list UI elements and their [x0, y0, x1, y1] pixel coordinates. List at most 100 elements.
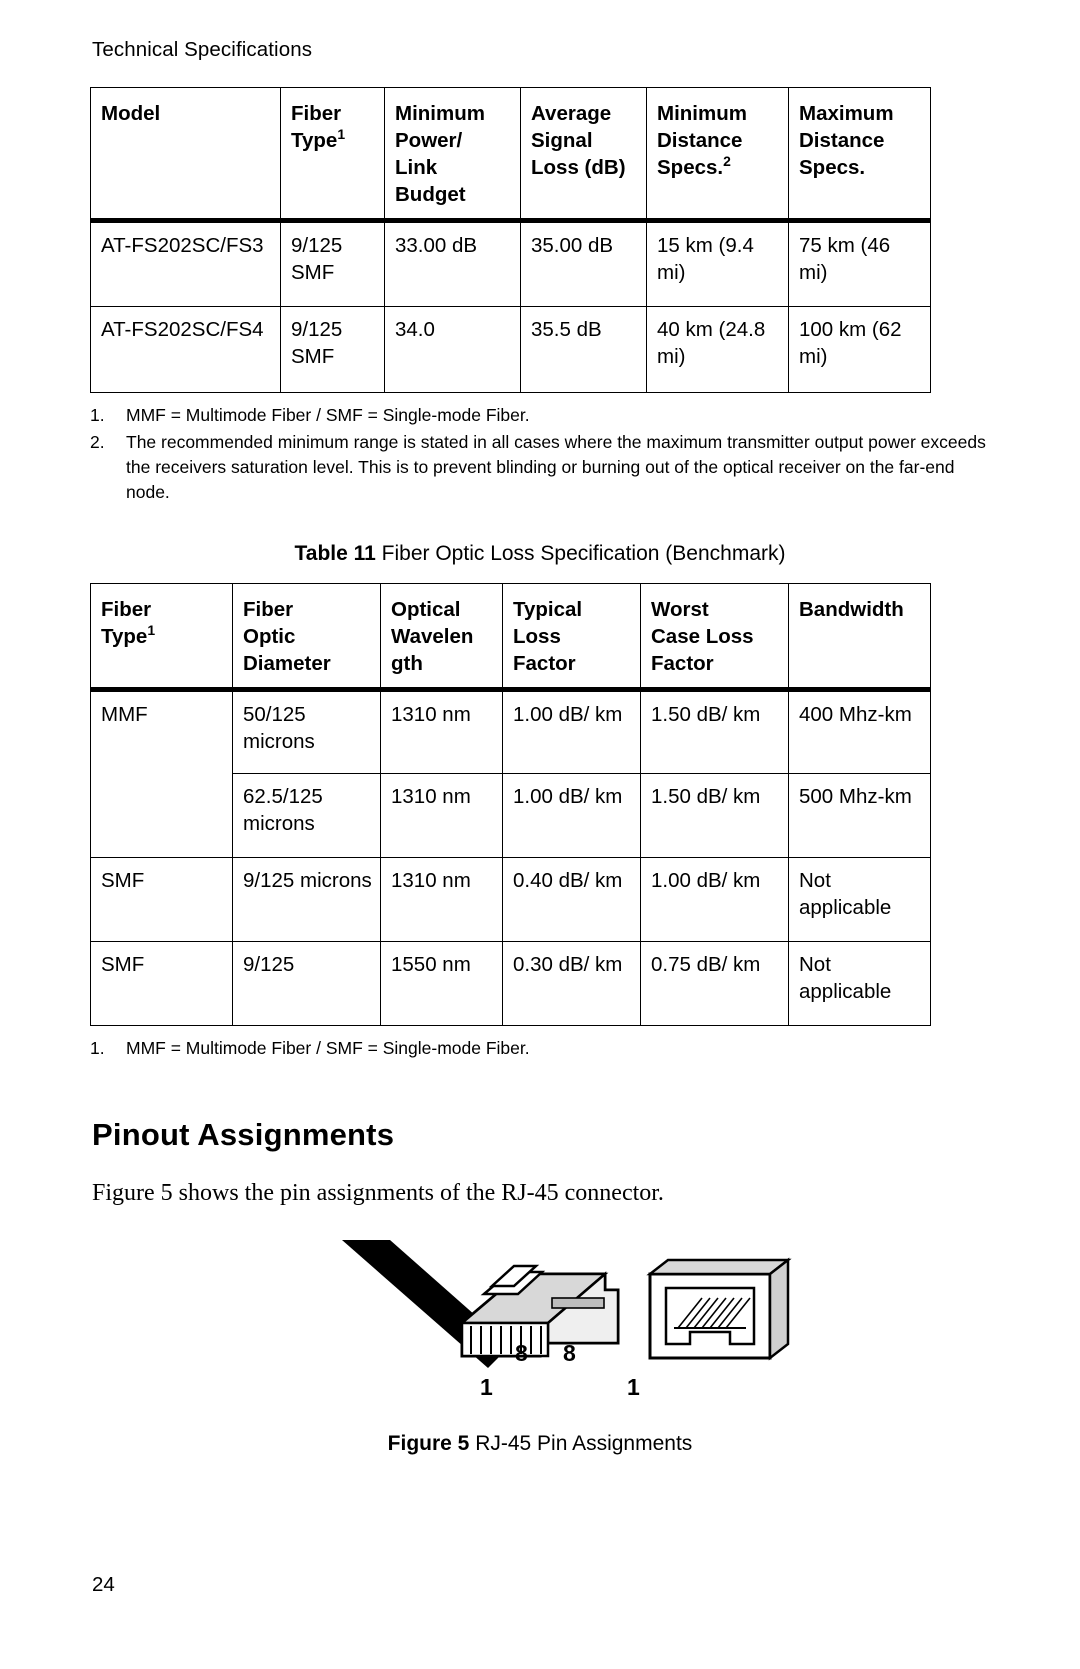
column-header-maximum-distance-specs: Maximum Distance Specs. — [788, 86, 931, 223]
jack-pin-label-8: 8 — [563, 1339, 576, 1366]
table-header-row: Fiber Type1 Fiber Optic Diameter Optical… — [90, 582, 931, 692]
cell-fiber-type: 9/125 SMF — [280, 219, 385, 307]
cell-diameter: 62.5/125 microns — [232, 772, 381, 858]
header-line: Fiber — [291, 101, 342, 125]
column-header-model: Model — [90, 86, 281, 223]
jack-pin-label-1: 1 — [627, 1373, 640, 1400]
table-row: 62.5/125 microns 1310 nm 1.00 dB/ km 1.5… — [90, 772, 931, 858]
column-header-minimum-power-link-budget: Minimum Power/ Link Budget — [384, 86, 521, 223]
cell-wavelength: 1310 nm — [380, 688, 503, 774]
cell-fiber-type: SMF — [90, 940, 233, 1026]
header-line: Bandwidth — [799, 597, 904, 621]
column-header-worst-case-loss-factor: Worst Case Loss Factor — [640, 582, 789, 692]
cell-bandwidth: Not applicable — [788, 856, 931, 942]
rj45-plug-icon — [458, 1264, 620, 1358]
cell-wavelength: 1310 nm — [380, 772, 503, 858]
header-line: Diameter — [243, 651, 331, 675]
pinout-intro-text: Figure 5 shows the pin assignments of th… — [92, 1180, 664, 1207]
header-line: Worst — [651, 597, 709, 621]
column-header-typical-loss-factor: Typical Loss Factor — [502, 582, 641, 692]
fiber-optic-loss-table: Fiber Type1 Fiber Optic Diameter Optical… — [90, 582, 931, 1026]
figure5-caption-label: Figure 5 — [387, 1431, 470, 1455]
cell-min-distance: 40 km (24.8 mi) — [646, 305, 789, 393]
cell-typical-loss: 1.00 dB/ km — [502, 688, 641, 774]
cell-worst-case-loss: 1.50 dB/ km — [640, 772, 789, 858]
cell-diameter: 9/125 — [232, 940, 381, 1026]
header-line: Distance — [799, 128, 885, 152]
header-line: Loss (dB) — [531, 155, 626, 179]
header-line: Link — [395, 155, 438, 179]
figure5-caption-text: RJ-45 Pin Assignments — [475, 1431, 693, 1455]
column-header-fiber-optic-diameter: Fiber Optic Diameter — [232, 582, 381, 692]
cell-typical-loss: 0.40 dB/ km — [502, 856, 641, 942]
cell-fiber-type: MMF — [90, 688, 233, 774]
column-header-average-signal-loss: Average Signal Loss (dB) — [520, 86, 647, 223]
header-line: Optic — [243, 624, 296, 648]
rj45-figure: 8 1 8 1 — [90, 1228, 930, 1418]
table-row: SMF 9/125 1550 nm 0.30 dB/ km 0.75 dB/ k… — [90, 940, 931, 1026]
table11-footnotes: 1. MMF = Multimode Fiber / SMF = Single-… — [90, 1036, 990, 1061]
document-page: Technical Specifications Model Fiber Typ… — [0, 0, 1080, 1669]
cell-bandwidth: 400 Mhz-km — [788, 688, 931, 774]
cell-worst-case-loss: 1.00 dB/ km — [640, 856, 789, 942]
cell-typical-loss: 1.00 dB/ km — [502, 772, 641, 858]
header-line: Specs. — [799, 155, 866, 179]
table-row: MMF 50/125 microns 1310 nm 1.00 dB/ km 1… — [90, 688, 931, 774]
header-line: Typical — [513, 597, 583, 621]
header-line: Wavelen — [391, 624, 474, 648]
header-line: Model — [101, 101, 161, 125]
figure5-caption: Figure 5 RJ-45 Pin Assignments — [90, 1432, 990, 1456]
header-line-text: Type — [101, 624, 148, 648]
footnote-item: 2. The recommended minimum range is stat… — [90, 430, 990, 506]
cell-typical-loss: 0.30 dB/ km — [502, 940, 641, 1026]
header-line: Factor — [651, 651, 714, 675]
column-header-minimum-distance-specs: Minimum Distance Specs.2 — [646, 86, 789, 223]
footnote-marker: 1 — [337, 125, 346, 142]
rj45-illustration — [342, 1239, 792, 1368]
header-line: Budget — [395, 182, 466, 206]
header-line: gth — [391, 651, 423, 675]
cell-bandwidth: 500 Mhz-km — [788, 772, 931, 858]
cell-wavelength: 1310 nm — [380, 856, 503, 942]
table-row: SMF 9/125 microns 1310 nm 0.40 dB/ km 1.… — [90, 856, 931, 942]
footnote-item: 1. MMF = Multimode Fiber / SMF = Single-… — [90, 1036, 990, 1061]
header-line: Distance — [657, 128, 743, 152]
table-row: AT-FS202SC/FS3 9/125 SMF 33.00 dB 35.00 … — [90, 219, 931, 307]
cell-min-distance: 15 km (9.4 mi) — [646, 219, 789, 307]
cell-avg-signal-loss: 35.5 dB — [520, 305, 647, 393]
table-header-row: Model Fiber Type1 Minimum Power/ Link Bu… — [90, 86, 931, 223]
cell-worst-case-loss: 1.50 dB/ km — [640, 688, 789, 774]
column-header-bandwidth: Bandwidth — [788, 582, 931, 692]
cell-max-distance: 100 km (62 mi) — [788, 305, 931, 393]
footnote-text: MMF = Multimode Fiber / SMF = Single-mod… — [126, 1037, 530, 1058]
footnote-number: 1. — [90, 1037, 105, 1058]
header-line: Fiber — [243, 597, 294, 621]
cell-diameter: 50/125 microns — [232, 688, 381, 774]
table11-caption-label: Table 11 — [294, 541, 376, 565]
cell-fiber-type — [90, 773, 233, 858]
header-line: Case Loss — [651, 624, 754, 648]
fiber-specs-table: Model Fiber Type1 Minimum Power/ Link Bu… — [90, 86, 931, 393]
header-line: Minimum — [657, 101, 747, 125]
running-head: Technical Specifications — [92, 38, 313, 61]
column-header-fiber-type: Fiber Type1 — [280, 86, 385, 223]
cell-model: AT-FS202SC/FS4 — [90, 305, 281, 393]
header-line: Average — [531, 101, 612, 125]
footnote-text: The recommended minimum range is stated … — [126, 431, 986, 503]
plug-pin-label-8: 8 — [515, 1339, 528, 1366]
table11-caption: Table 11 Fiber Optic Loss Specification … — [90, 540, 990, 567]
cell-min-power: 34.0 — [384, 305, 521, 393]
footnote-marker: 1 — [147, 622, 156, 639]
footnote-marker: 2 — [723, 152, 731, 169]
cell-avg-signal-loss: 35.00 dB — [520, 219, 647, 307]
header-line: Minimum — [395, 101, 485, 125]
header-line: Fiber — [101, 597, 152, 621]
column-header-optical-wavelength: Optical Wavelen gth — [380, 582, 503, 692]
table-row: AT-FS202SC/FS4 9/125 SMF 34.0 35.5 dB 40… — [90, 305, 931, 393]
rj45-jack-icon — [646, 1256, 792, 1361]
cell-worst-case-loss: 0.75 dB/ km — [640, 940, 789, 1026]
header-line: Type1 — [101, 623, 224, 650]
header-line-text: Type — [291, 128, 338, 152]
fiber-specs-footnotes: 1. MMF = Multimode Fiber / SMF = Single-… — [90, 403, 990, 506]
header-line: Power/ — [395, 128, 463, 152]
